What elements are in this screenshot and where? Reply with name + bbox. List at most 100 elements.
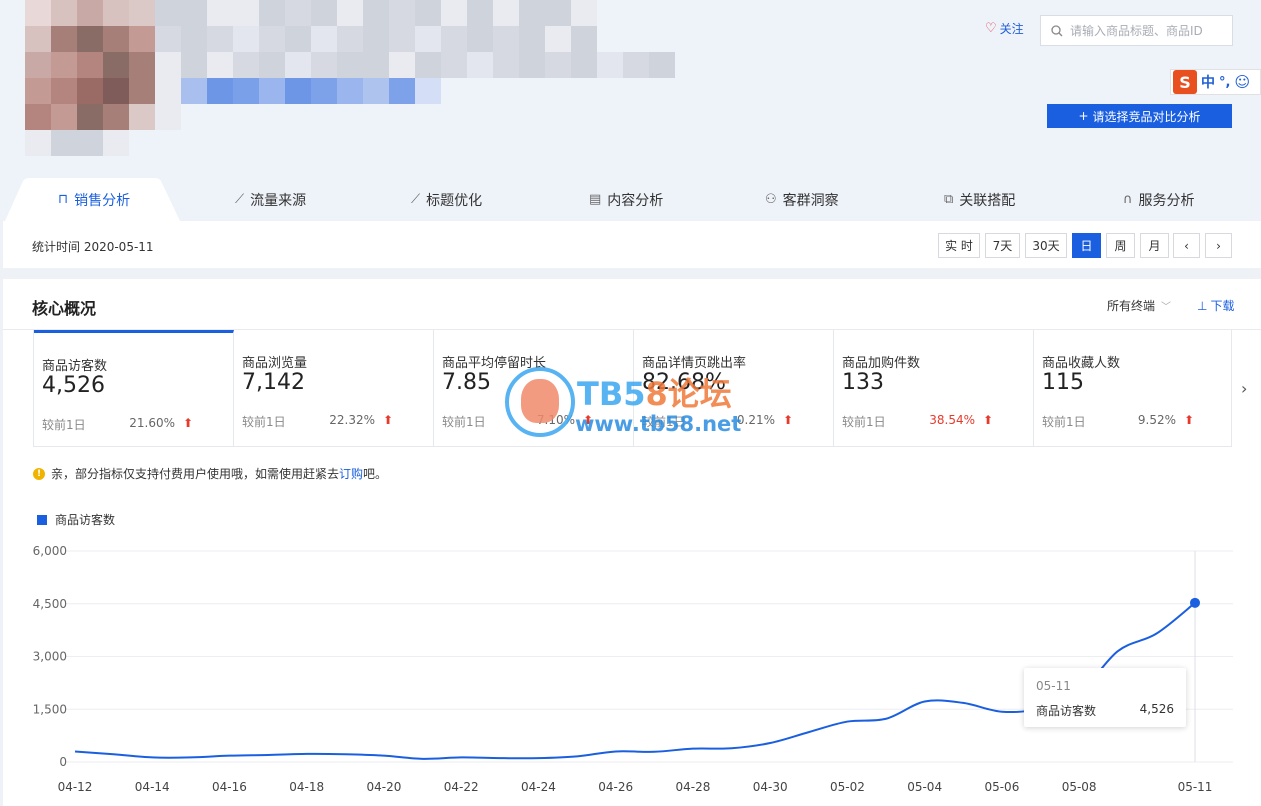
metric-card[interactable]: 商品收藏人数 115 较前1日 9.52% ⬆ — [1034, 330, 1234, 447]
search-input[interactable] — [1070, 23, 1220, 38]
mosaic-pixel — [155, 26, 181, 52]
mosaic-pixel — [415, 26, 441, 52]
tab-content-analysis[interactable]: ▤ 内容分析 — [589, 178, 663, 221]
metric-change: 9.52% — [1137, 413, 1176, 427]
x-tick-label: 05-04 — [907, 780, 942, 794]
metric-compare-label: 较前1日 — [442, 415, 486, 429]
metric-name: 商品访客数 — [42, 359, 108, 374]
arrow-up-icon: ⬆ — [782, 413, 793, 427]
chart-legend[interactable]: 商品访客数 — [37, 511, 115, 528]
tab-label: 关联搭配 — [959, 192, 1016, 209]
core-overview-card: 核心概况 所有终端 ﹀ ⊥ 下载 商品访客数 4,526 较前1日 21.60% ⬆ 商品… — [3, 279, 1261, 806]
mosaic-pixel — [77, 0, 103, 26]
period-30days[interactable]: 30天 — [1025, 233, 1067, 258]
mosaic-pixel — [103, 78, 129, 104]
mosaic-pixel — [259, 78, 285, 104]
tab-sales-analysis[interactable]: ⊓ 销售分析 — [58, 178, 130, 221]
mosaic-pixel — [389, 26, 415, 52]
metric-card[interactable]: 商品加购件数 133 较前1日 38.54% ⬆ — [834, 330, 1034, 447]
period-realtime[interactable]: 实 时 — [938, 233, 980, 258]
subscribe-link[interactable]: 订购 — [339, 467, 363, 481]
prev-date-button[interactable]: ‹ — [1173, 233, 1200, 258]
metric-change: 7.10% — [536, 413, 575, 427]
mosaic-pixel — [259, 52, 285, 78]
metric-card[interactable]: 商品平均停留时长 7.85 较前1日 7.10% ⬆ — [434, 330, 634, 447]
mosaic-pixel — [51, 0, 77, 26]
mosaic-pixel — [311, 52, 337, 78]
ime-toolbar[interactable]: S 中 °, ☺ — [1170, 69, 1261, 95]
chevron-right-icon[interactable]: › — [1241, 379, 1247, 398]
mosaic-pixel — [285, 52, 311, 78]
tab-label: 流量来源 — [250, 192, 307, 209]
mosaic-pixel — [623, 52, 649, 78]
mosaic-pixel — [233, 78, 259, 104]
compare-button-label: 请选择竞品对比分析 — [1092, 109, 1201, 124]
mosaic-pixel — [181, 78, 207, 104]
tab-title-optimization[interactable]: ⟋ 标题优化 — [411, 178, 482, 221]
next-date-button[interactable]: › — [1205, 233, 1232, 258]
metric-card[interactable]: 商品访客数 4,526 较前1日 21.60% ⬆ — [34, 330, 234, 447]
x-tick-label: 04-30 — [753, 780, 788, 794]
mosaic-pixel — [129, 78, 155, 104]
period-day[interactable]: 日 — [1072, 233, 1101, 258]
tab-traffic-source[interactable]: ⟋ 流量来源 — [235, 178, 306, 221]
mosaic-pixel — [25, 0, 51, 26]
sogou-icon: S — [1173, 70, 1197, 94]
arrow-up-icon: ⬆ — [582, 413, 593, 427]
mosaic-pixel — [363, 26, 389, 52]
section-title: 核心概况 — [32, 299, 97, 318]
metric-value: 115 — [1042, 370, 1084, 395]
metric-change: 38.54% — [929, 413, 975, 427]
mosaic-pixel — [77, 52, 103, 78]
arrow-up-icon: ⬆ — [1183, 413, 1194, 427]
mosaic-pixel — [337, 52, 363, 78]
mosaic-pixel — [129, 0, 155, 26]
tab-label: 内容分析 — [607, 192, 664, 209]
tab-label: 销售分析 — [74, 192, 131, 209]
chevron-down-icon: ﹀ — [1161, 302, 1172, 313]
metric-card[interactable]: 商品浏览量 7,142 较前1日 22.32% ⬆ — [234, 330, 434, 447]
mosaic-pixel — [545, 0, 571, 26]
metric-card[interactable]: 商品详情页跳出率 82.68% 较前1日 0.21% ⬆ — [634, 330, 834, 447]
mosaic-pixel — [155, 0, 181, 26]
tab-related-match[interactable]: ⧉ 关联搭配 — [944, 178, 1015, 221]
legend-label: 商品访客数 — [55, 513, 116, 527]
ime-punctuation[interactable]: °, — [1219, 75, 1230, 90]
tab-label: 客群洞察 — [782, 192, 839, 209]
mosaic-pixel — [129, 52, 155, 78]
x-tick-label: 04-12 — [58, 780, 93, 794]
x-tick-label: 04-20 — [367, 780, 402, 794]
mosaic-pixel — [441, 52, 467, 78]
period-week[interactable]: 周 — [1106, 233, 1135, 258]
tab-customer-insight[interactable]: ⚇ 客群洞察 — [765, 178, 839, 221]
download-button[interactable]: ⊥ 下载 — [1197, 297, 1234, 314]
mosaic-pixel — [415, 52, 441, 78]
period-7days[interactable]: 7天 — [985, 233, 1020, 258]
mosaic-pixel — [155, 104, 181, 130]
mosaic-pixel — [571, 26, 597, 52]
tab-service-analysis[interactable]: ∩ 服务分析 — [1123, 178, 1195, 221]
mosaic-pixel — [207, 52, 233, 78]
tab-label: 服务分析 — [1138, 192, 1195, 209]
mosaic-pixel — [233, 0, 259, 26]
mosaic-pixel — [363, 78, 389, 104]
mosaic-pixel — [571, 52, 597, 78]
follow-button[interactable]: ♡ 关注 — [985, 20, 1024, 37]
mosaic-pixel — [597, 52, 623, 78]
metric-cards: 商品访客数 4,526 较前1日 21.60% ⬆ 商品浏览量 7,142 较前1日 22.32… — [33, 330, 1232, 447]
product-search[interactable] — [1040, 15, 1233, 46]
follow-label: 关注 — [999, 22, 1024, 36]
mosaic-pixel — [77, 26, 103, 52]
x-tick-label: 04-22 — [444, 780, 479, 794]
mosaic-pixel — [519, 26, 545, 52]
period-month[interactable]: 月 — [1140, 233, 1169, 258]
data-point[interactable] — [1190, 597, 1200, 608]
trend-icon: ⟋ — [411, 192, 421, 207]
compare-competitor-button[interactable]: + 请选择竞品对比分析 — [1047, 104, 1232, 128]
mosaic-pixel — [207, 26, 233, 52]
metric-change: 0.21% — [736, 413, 775, 427]
mosaic-pixel — [363, 52, 389, 78]
smile-icon[interactable]: ☺ — [1234, 73, 1250, 91]
terminal-select[interactable]: 所有终端 ﹀ — [1107, 297, 1171, 314]
ime-language[interactable]: 中 — [1201, 72, 1215, 92]
